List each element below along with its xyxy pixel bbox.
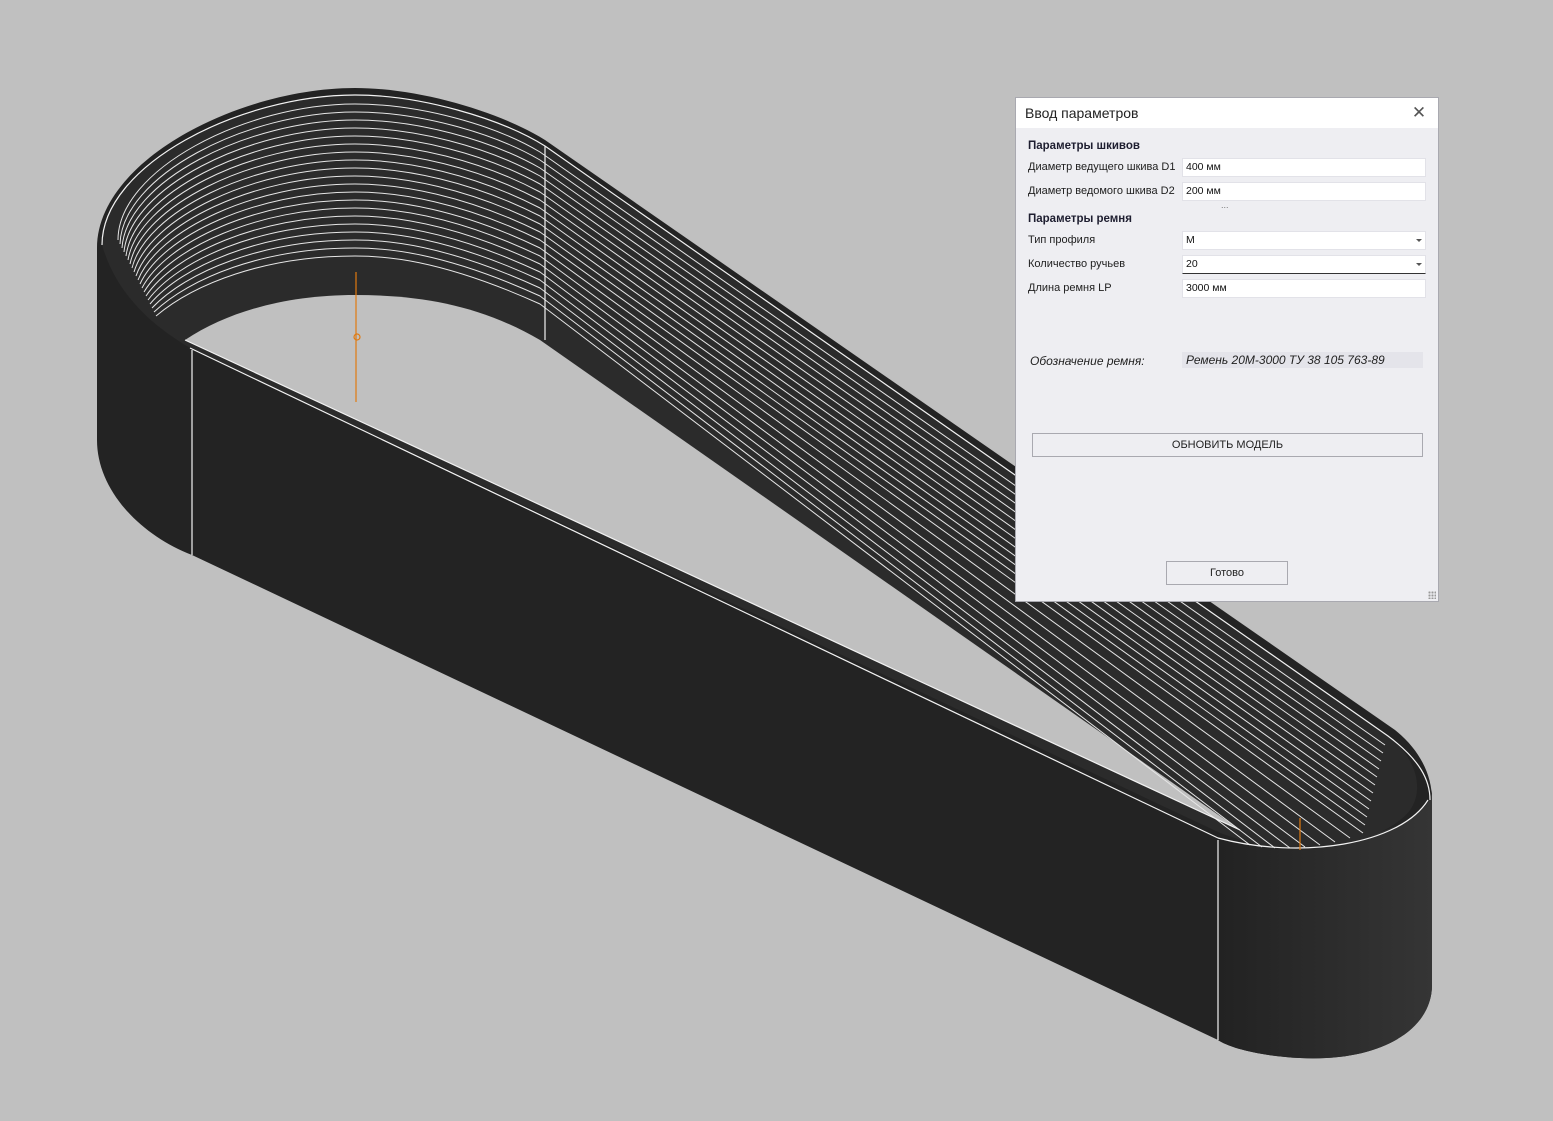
grooves-select[interactable]: 20 <box>1182 255 1426 274</box>
belt-section-label: Параметры ремня <box>1028 213 1132 225</box>
dialog-title: Ввод параметров <box>1025 105 1139 121</box>
profile-select[interactable]: M <box>1182 231 1426 250</box>
profile-label: Тип профиля <box>1028 234 1096 246</box>
update-model-button[interactable]: ОБНОВИТЬ МОДЕЛЬ <box>1032 433 1423 457</box>
chevron-down-icon[interactable] <box>1416 239 1422 242</box>
designation-value: Ремень 20М-3000 ТУ 38 105 763-89 <box>1182 352 1423 368</box>
length-input[interactable]: 3000 мм <box>1182 279 1426 298</box>
chevron-down-icon[interactable] <box>1416 263 1422 266</box>
profile-value: M <box>1186 234 1195 246</box>
d1-label: Диаметр ведущего шкива D1 <box>1028 161 1176 173</box>
parameters-dialog: Ввод параметров ✕ Параметры шкивов Диаме… <box>1015 97 1439 602</box>
dialog-titlebar[interactable]: Ввод параметров ✕ <box>1016 98 1438 128</box>
grooves-label: Количество ручьев <box>1028 258 1126 270</box>
d2-label: Диаметр ведомого шкива D2 <box>1028 185 1175 197</box>
d2-input[interactable]: 200 мм <box>1182 182 1426 201</box>
done-button[interactable]: Готово <box>1166 561 1288 585</box>
d1-input[interactable]: 400 мм <box>1182 158 1426 177</box>
designation-label: Обозначение ремня: <box>1030 354 1145 368</box>
resize-grip-icon[interactable] <box>1428 591 1436 599</box>
pulley-section-label: Параметры шкивов <box>1028 140 1140 152</box>
grooves-value: 20 <box>1186 258 1198 270</box>
more-options[interactable]: ... <box>1221 200 1229 210</box>
length-label: Длина ремня LP <box>1028 282 1112 294</box>
close-icon[interactable]: ✕ <box>1410 104 1428 122</box>
